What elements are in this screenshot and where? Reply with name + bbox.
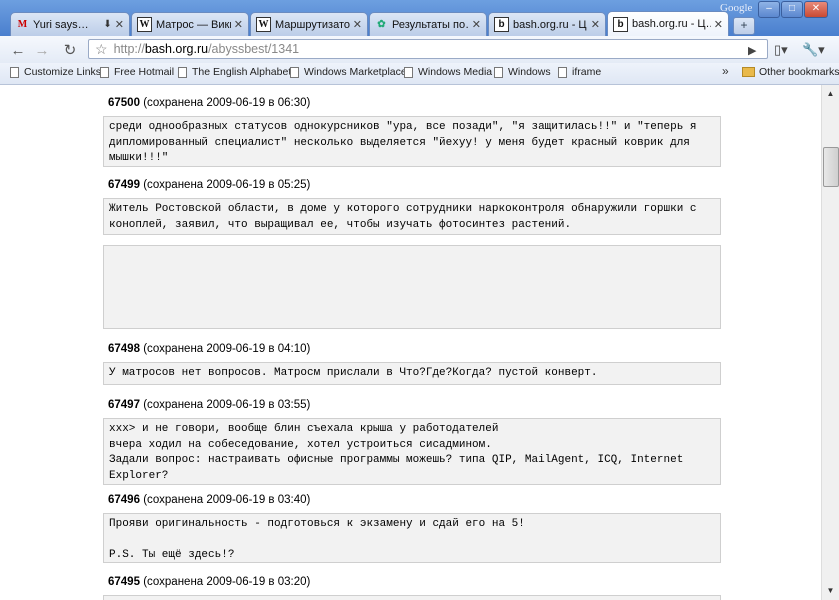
forward-button[interactable]: → xyxy=(32,40,52,60)
tab-matros-wiki[interactable]: W Матрос — Вики… ✕ xyxy=(131,12,249,36)
quote-meta: (сохранена 2009-06-19 в 03:40) xyxy=(143,494,311,506)
new-tab-button[interactable]: + xyxy=(733,17,755,35)
bookmarks-overflow-chevron[interactable]: » xyxy=(722,64,729,78)
page-icon xyxy=(290,66,299,78)
quote-header: 67498 (сохранена 2009-06-19 в 04:10) xyxy=(108,343,310,355)
page-icon xyxy=(178,66,187,78)
tab-close-icon[interactable]: ✕ xyxy=(234,18,243,31)
quote-meta: (сохранена 2009-06-19 в 05:25) xyxy=(143,179,311,191)
toolbar: ← → ↻ ☆ http://bash.org.ru/abyssbest/134… xyxy=(0,36,839,63)
download-icon: ⬇ xyxy=(103,19,112,30)
quote-text xyxy=(103,595,721,600)
bookmarks-bar: Customize Links Free Hotmail The English… xyxy=(0,63,839,85)
tab-router-wiki[interactable]: W Маршрутизато… ✕ xyxy=(250,12,368,36)
bookmark-label: Customize Links xyxy=(24,66,102,78)
tab-close-icon[interactable]: ✕ xyxy=(591,18,600,31)
bash-icon: b xyxy=(494,17,509,32)
address-bar[interactable]: ☆ http://bash.org.ru/abyssbest/1341 xyxy=(88,39,768,59)
reload-button[interactable]: ↻ xyxy=(60,40,80,60)
go-button[interactable]: ▶ xyxy=(748,40,756,60)
quote-meta: (сохранена 2009-06-19 в 04:10) xyxy=(143,343,311,355)
scroll-down-arrow[interactable]: ▼ xyxy=(822,582,839,599)
quote-meta: (сохранена 2009-06-19 в 03:20) xyxy=(143,576,311,588)
page-menu-button[interactable]: ▯▾ xyxy=(774,40,788,60)
bookmark-label: iframe xyxy=(572,66,602,78)
folder-icon xyxy=(742,67,755,77)
bash-icon: b xyxy=(613,16,628,32)
other-bookmarks[interactable]: Other bookmarks xyxy=(742,66,839,78)
bookmark-customize-links[interactable]: Customize Links xyxy=(10,66,101,78)
gmail-icon: M xyxy=(17,19,28,30)
wrench-menu-button[interactable]: 🔧▾ xyxy=(802,40,825,60)
bookmark-english-alphabet[interactable]: The English Alphabet xyxy=(178,66,291,78)
quote-id-link[interactable]: 67500 xyxy=(108,97,140,109)
vertical-scrollbar[interactable]: ▲ ▼ xyxy=(821,85,839,600)
quote-header: 67500 (сохранена 2009-06-19 в 06:30) xyxy=(108,97,310,109)
bookmark-label: Free Hotmail xyxy=(114,66,175,78)
tab-search-results[interactable]: ✿ Результаты по… ✕ xyxy=(369,12,487,36)
bookmark-label: The English Alphabet xyxy=(192,66,292,78)
tab-title: bash.org.ru - Ц… xyxy=(513,18,588,31)
bookmark-free-hotmail[interactable]: Free Hotmail xyxy=(100,66,174,78)
quote-header: 67495 (сохранена 2009-06-19 в 03:20) xyxy=(108,576,310,588)
other-bookmarks-label: Other bookmarks xyxy=(759,66,839,78)
close-window-button[interactable]: ✕ xyxy=(804,1,828,18)
url-path: /abyssbest/1341 xyxy=(208,42,300,56)
tab-gmail[interactable]: M Yuri says… ⬇ ✕ xyxy=(10,12,130,36)
wikipedia-icon: W xyxy=(256,17,271,32)
tab-title: bash.org.ru - Ц… xyxy=(632,18,711,30)
bookmark-iframe[interactable]: iframe xyxy=(558,66,601,78)
quote-id-link[interactable]: 67496 xyxy=(108,494,140,506)
bookmark-windows[interactable]: Windows xyxy=(494,66,551,78)
page-icon xyxy=(404,66,413,78)
scroll-up-arrow[interactable]: ▲ xyxy=(822,85,839,102)
search-result-icon: ✿ xyxy=(377,19,386,30)
bookmark-label: Windows Media xyxy=(418,66,493,78)
quote-header: 67497 (сохранена 2009-06-19 в 03:55) xyxy=(108,399,310,411)
bookmark-label: Windows Marketplace xyxy=(304,66,407,78)
bookmark-windows-media[interactable]: Windows Media xyxy=(404,66,492,78)
bookmark-windows-marketplace[interactable]: Windows Marketplace xyxy=(290,66,407,78)
quote-text: среди однообразных статусов однокурснико… xyxy=(103,116,721,167)
page-icon xyxy=(10,66,19,78)
scroll-thumb[interactable] xyxy=(823,147,839,187)
bookmark-star-icon[interactable]: ☆ xyxy=(95,41,108,58)
quote-meta: (сохранена 2009-06-19 в 06:30) xyxy=(143,97,311,109)
ad-placeholder xyxy=(103,245,721,329)
quote-id-link[interactable]: 67495 xyxy=(108,576,140,588)
tab-close-icon[interactable]: ✕ xyxy=(472,18,481,31)
maximize-button[interactable]: □ xyxy=(781,1,803,18)
quote-header: 67499 (сохранена 2009-06-19 в 05:25) xyxy=(108,179,310,191)
url-scheme: http:// xyxy=(113,42,145,56)
quote-id-link[interactable]: 67498 xyxy=(108,343,140,355)
bookmark-label: Windows xyxy=(508,66,551,78)
title-bar: Google – □ ✕ M Yuri says… ⬇ ✕ W Матрос —… xyxy=(0,0,839,36)
quote-text: Житель Ростовской области, в доме у кото… xyxy=(103,198,721,235)
minimize-button[interactable]: – xyxy=(758,1,780,18)
page-icon xyxy=(558,66,567,78)
tab-title: Yuri says… xyxy=(33,18,89,31)
url-host: bash.org.ru xyxy=(144,42,209,56)
tab-close-icon[interactable]: ✕ xyxy=(115,18,124,31)
quote-meta: (сохранена 2009-06-19 в 03:55) xyxy=(143,399,311,411)
quote-header: 67496 (сохранена 2009-06-19 в 03:40) xyxy=(108,494,310,506)
quote-id-link[interactable]: 67499 xyxy=(108,179,140,191)
wikipedia-icon: W xyxy=(137,17,152,32)
quote-text: Прояви оригинальность - подготовься к эк… xyxy=(103,513,721,563)
tab-title: Матрос — Вики… xyxy=(156,18,231,31)
tab-close-icon[interactable]: ✕ xyxy=(714,18,723,31)
back-button[interactable]: ← xyxy=(8,40,28,60)
quote-text: У матросов нет вопросов. Матросм прислал… xyxy=(103,362,721,385)
page-icon xyxy=(100,66,109,78)
quote-text: xxx> и не говори, вообще блин съехала кр… xyxy=(103,418,721,485)
tab-title: Маршрутизато… xyxy=(275,18,350,31)
page-content: 67500 (сохранена 2009-06-19 в 06:30) сре… xyxy=(0,85,821,600)
tab-title: Результаты по… xyxy=(392,18,469,31)
tab-bash-1[interactable]: b bash.org.ru - Ц… ✕ xyxy=(488,12,606,36)
page-icon xyxy=(494,66,503,78)
tab-bash-active[interactable]: b bash.org.ru - Ц… ✕ xyxy=(607,11,729,36)
quote-id-link[interactable]: 67497 xyxy=(108,399,140,411)
tab-close-icon[interactable]: ✕ xyxy=(353,18,362,31)
